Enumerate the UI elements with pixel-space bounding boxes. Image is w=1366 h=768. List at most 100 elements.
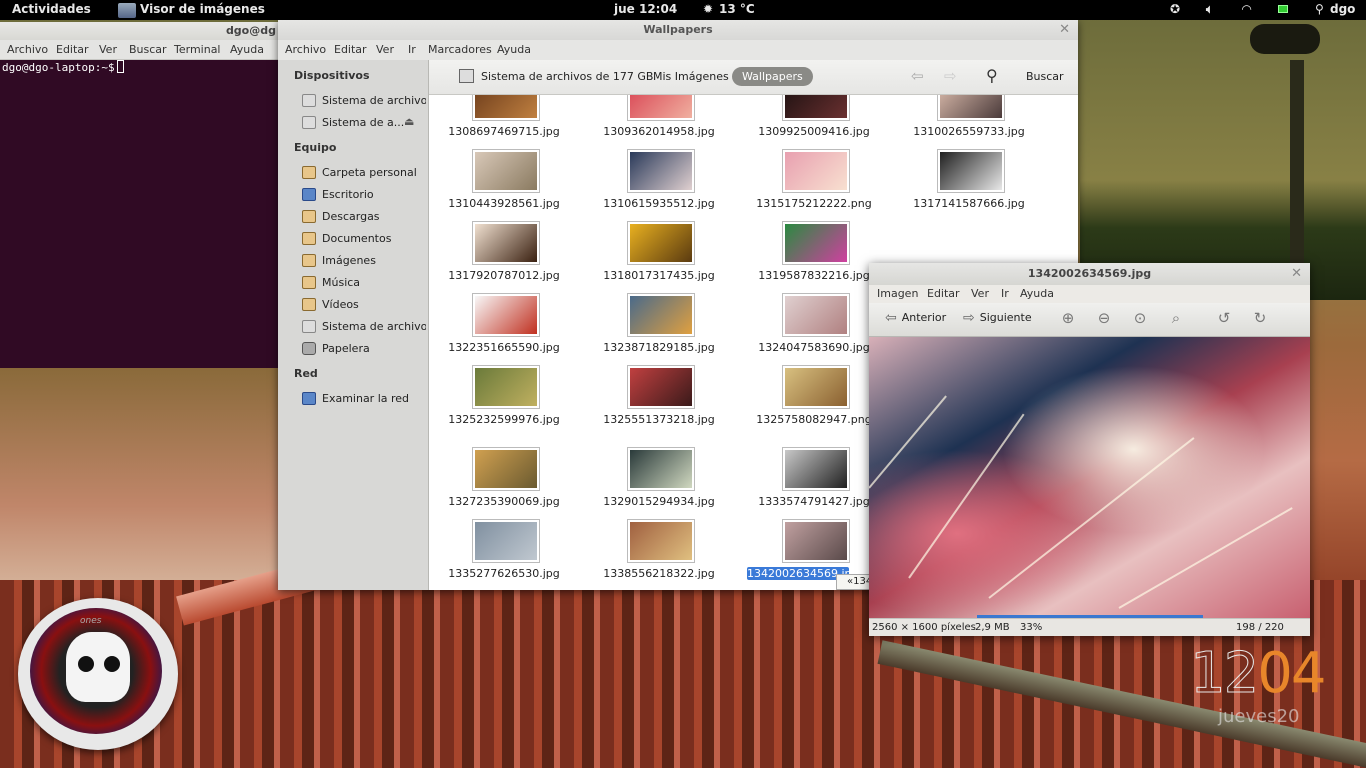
- weather-icon[interactable]: ✹: [703, 2, 713, 16]
- network-icon[interactable]: ◠: [1242, 2, 1251, 16]
- forward-arrow-icon[interactable]: ⇨: [944, 67, 957, 85]
- sidebar-item-network[interactable]: Examinar la red: [300, 389, 426, 409]
- file-thumbnail: [627, 221, 695, 265]
- file-item[interactable]: 1329015294934.jpg: [584, 447, 734, 517]
- user-icon[interactable]: ⚲: [1315, 2, 1324, 16]
- file-item[interactable]: 1310615935512.jpg: [584, 149, 734, 219]
- file-item[interactable]: 1333574791427.jpg: [739, 447, 889, 517]
- file-item[interactable]: 1310443928561.jpg: [429, 149, 579, 219]
- menu-marcadores[interactable]: Marcadores: [428, 43, 492, 56]
- zoom-normal-icon[interactable]: ⊙: [1130, 309, 1150, 329]
- sidebar-item-videos[interactable]: Vídeos: [300, 295, 426, 315]
- file-manager-title[interactable]: Wallpapers: [278, 20, 1078, 40]
- location-filesystem[interactable]: Sistema de archivos de 177 GB: [481, 70, 653, 83]
- viewer-menu-ayuda[interactable]: Ayuda: [1020, 287, 1054, 300]
- file-item[interactable]: 1325758082947.png: [739, 365, 889, 435]
- file-thumbnail: [472, 293, 540, 337]
- image-dimensions: 2560 × 1600 píxeles: [872, 622, 976, 633]
- trash-icon: [302, 342, 316, 355]
- search-button[interactable]: Buscar: [1026, 70, 1064, 83]
- rotate-left-icon[interactable]: ↺: [1214, 309, 1234, 329]
- volume-icon[interactable]: 🔈︎: [1206, 2, 1213, 17]
- file-name: 1333574791427.jpg: [758, 495, 870, 508]
- menu-ver[interactable]: Ver: [376, 43, 394, 56]
- zoom-in-icon[interactable]: ⊕: [1058, 309, 1078, 329]
- sidebar: Dispositivos Sistema de archivo... Siste…: [278, 60, 429, 590]
- sidebar-item-filesystem-2[interactable]: Sistema de a... ⏏: [300, 113, 426, 133]
- file-item[interactable]: 1327235390069.jpg: [429, 447, 579, 517]
- file-item[interactable]: 1310026559733.jpg: [894, 95, 1044, 147]
- sidebar-item-filesystem-1[interactable]: Sistema de archivo...: [300, 91, 426, 111]
- sidebar-item-trash[interactable]: Papelera: [300, 339, 426, 359]
- accessibility-icon[interactable]: ✪: [1170, 2, 1180, 16]
- file-thumbnail: [782, 365, 850, 409]
- file-name: 1322351665590.jpg: [448, 341, 560, 354]
- eject-icon[interactable]: ⏏: [404, 115, 414, 128]
- back-arrow-icon[interactable]: ⇦: [911, 67, 924, 85]
- terminal-menu-terminal[interactable]: Terminal: [174, 43, 221, 56]
- file-item[interactable]: 1309362014958.jpg: [584, 95, 734, 147]
- previous-button[interactable]: ⇦ Anterior: [885, 310, 946, 326]
- image-viewer-title[interactable]: 1342002634569.jpg: [869, 263, 1310, 285]
- sidebar-item-pictures[interactable]: Imágenes: [300, 251, 426, 271]
- user-menu[interactable]: dgo: [1330, 2, 1355, 16]
- terminal-menu-editar[interactable]: Editar: [56, 43, 89, 56]
- breadcrumb-current[interactable]: Wallpapers: [732, 67, 813, 86]
- menu-editar[interactable]: Editar: [334, 43, 367, 56]
- terminal-menu-buscar[interactable]: Buscar: [129, 43, 167, 56]
- close-icon[interactable]: ✕: [1291, 266, 1302, 281]
- file-item[interactable]: 1322351665590.jpg: [429, 293, 579, 363]
- next-button[interactable]: ⇨ Siguiente: [963, 310, 1032, 326]
- app-menu[interactable]: Visor de imágenes: [140, 2, 265, 16]
- image-viewer-window[interactable]: 1342002634569.jpg ✕ Imagen Editar Ver Ir…: [869, 263, 1310, 636]
- menu-ir[interactable]: Ir: [408, 43, 416, 56]
- file-item[interactable]: 1319587832216.jpg: [739, 221, 889, 291]
- terminal-menu-ayuda[interactable]: Ayuda: [230, 43, 264, 56]
- terminal-menu-archivo[interactable]: Archivo: [7, 43, 48, 56]
- viewer-menu-imagen[interactable]: Imagen: [877, 287, 918, 300]
- viewer-menu-ver[interactable]: Ver: [971, 287, 989, 300]
- sidebar-item-music[interactable]: Música: [300, 273, 426, 293]
- zoom-out-icon[interactable]: ⊖: [1094, 309, 1114, 329]
- panel-clock[interactable]: jue 12:04: [614, 2, 677, 16]
- terminal-output[interactable]: dgo@dgo-laptop:~$: [2, 60, 124, 74]
- search-icon[interactable]: ⚲: [986, 66, 998, 85]
- sidebar-item-home[interactable]: Carpeta personal: [300, 163, 426, 183]
- weather-temp[interactable]: 13 °C: [719, 2, 755, 16]
- battery-icon[interactable]: [1278, 5, 1288, 13]
- activities-button[interactable]: Actividades: [12, 2, 91, 16]
- sidebar-item-filesystem[interactable]: Sistema de archivos: [300, 317, 426, 337]
- file-name: 1309362014958.jpg: [603, 125, 715, 138]
- file-item[interactable]: 1315175212222.png: [739, 149, 889, 219]
- image-size: 2,9 MB: [975, 622, 1010, 633]
- sidebar-item-desktop[interactable]: Escritorio: [300, 185, 426, 205]
- menu-ayuda[interactable]: Ayuda: [497, 43, 531, 56]
- terminal-window[interactable]: dgo@dg Archivo Editar Ver Buscar Termina…: [0, 22, 280, 368]
- file-item[interactable]: 1317920787012.jpg: [429, 221, 579, 291]
- rotate-right-icon[interactable]: ↻: [1250, 309, 1270, 329]
- file-item[interactable]: 1318017317435.jpg: [584, 221, 734, 291]
- sidebar-item-documents[interactable]: Documentos: [300, 229, 426, 249]
- menu-archivo[interactable]: Archivo: [285, 43, 326, 56]
- file-item[interactable]: 1308697469715.jpg: [429, 95, 579, 147]
- file-item[interactable]: 1338556218322.jpg: [584, 519, 734, 589]
- file-item[interactable]: 1325232599976.jpg: [429, 365, 579, 435]
- file-item[interactable]: 1309925009416.jpg: [739, 95, 889, 147]
- file-item[interactable]: 1335277626530.jpg: [429, 519, 579, 589]
- file-item[interactable]: 1317141587666.jpg: [894, 149, 1044, 219]
- zoom-fit-icon[interactable]: ⌕: [1166, 309, 1186, 329]
- breadcrumb-parent[interactable]: Mis Imágenes: [653, 70, 729, 83]
- file-item[interactable]: 1324047583690.jpg: [739, 293, 889, 363]
- terminal-title[interactable]: dgo@dg: [0, 22, 280, 40]
- viewer-menu-ir[interactable]: Ir: [1001, 287, 1009, 300]
- viewer-menu-editar[interactable]: Editar: [927, 287, 960, 300]
- terminal-menu-ver[interactable]: Ver: [99, 43, 117, 56]
- image-viewer-statusbar: 2560 × 1600 píxeles 2,9 MB 33% 198 / 220: [869, 618, 1310, 636]
- file-name: 1335277626530.jpg: [448, 567, 560, 580]
- sidebar-item-label: Documentos: [322, 232, 392, 245]
- file-item[interactable]: 1325551373218.jpg: [584, 365, 734, 435]
- close-icon[interactable]: ✕: [1059, 22, 1070, 37]
- image-canvas[interactable]: [869, 337, 1310, 618]
- sidebar-item-downloads[interactable]: Descargas: [300, 207, 426, 227]
- file-item[interactable]: 1323871829185.jpg: [584, 293, 734, 363]
